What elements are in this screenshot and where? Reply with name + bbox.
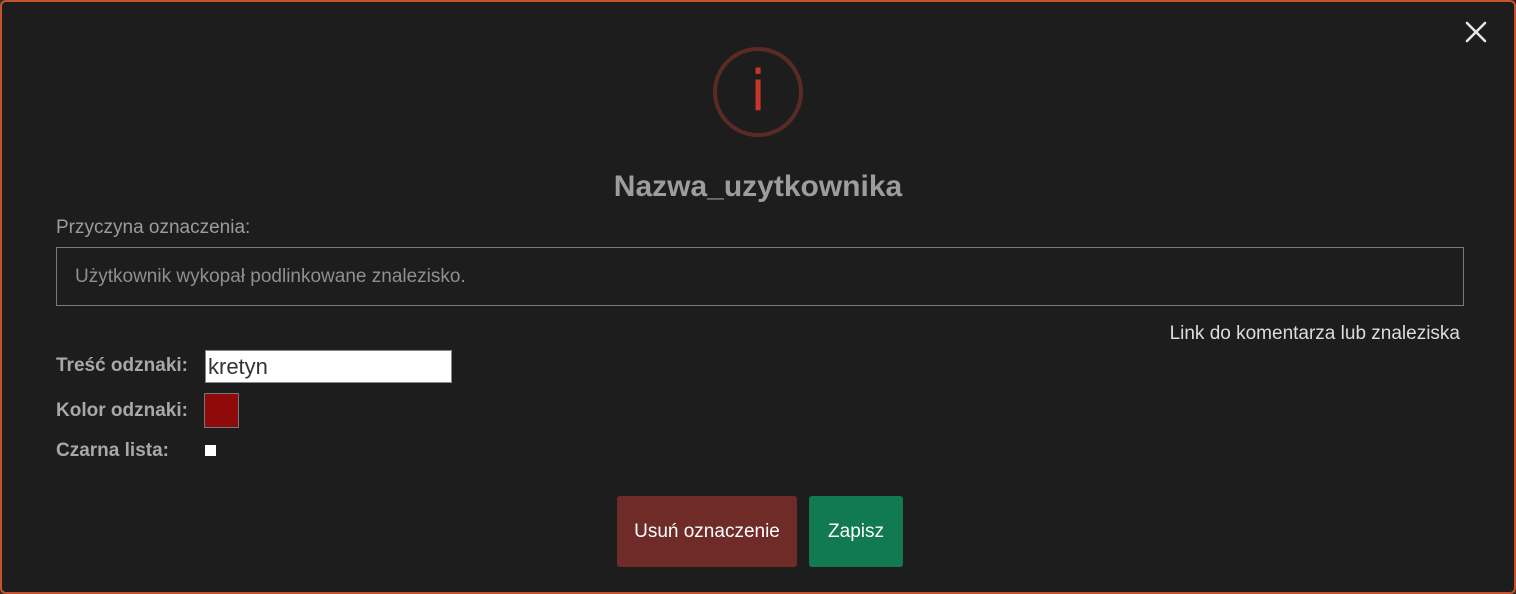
comment-or-find-link[interactable]: Link do komentarza lub znaleziska bbox=[1170, 323, 1460, 345]
info-icon-glyph: i bbox=[750, 59, 766, 124]
save-button[interactable]: Zapisz bbox=[809, 496, 903, 567]
blacklist-label: Czarna lista: bbox=[56, 440, 169, 461]
badge-text-label: Treść odznaki: bbox=[56, 355, 188, 376]
badge-color-label: Kolor odznaki: bbox=[56, 400, 188, 421]
close-button[interactable] bbox=[1460, 16, 1492, 48]
dialog-title: Nazwa_uzytkownika bbox=[613, 170, 903, 203]
info-icon: i bbox=[713, 47, 803, 137]
remove-tag-button[interactable]: Usuń oznaczenie bbox=[617, 496, 797, 567]
blacklist-checkbox[interactable] bbox=[205, 445, 216, 456]
badge-text-input[interactable] bbox=[205, 350, 452, 383]
tag-user-dialog: i Nazwa_uzytkownika Przyczyna oznaczenia… bbox=[0, 0, 1516, 594]
reason-input[interactable] bbox=[56, 247, 1464, 306]
close-icon bbox=[1465, 21, 1487, 43]
badge-color-picker[interactable] bbox=[204, 393, 239, 428]
reason-label: Przyczyna oznaczenia: bbox=[56, 217, 251, 238]
